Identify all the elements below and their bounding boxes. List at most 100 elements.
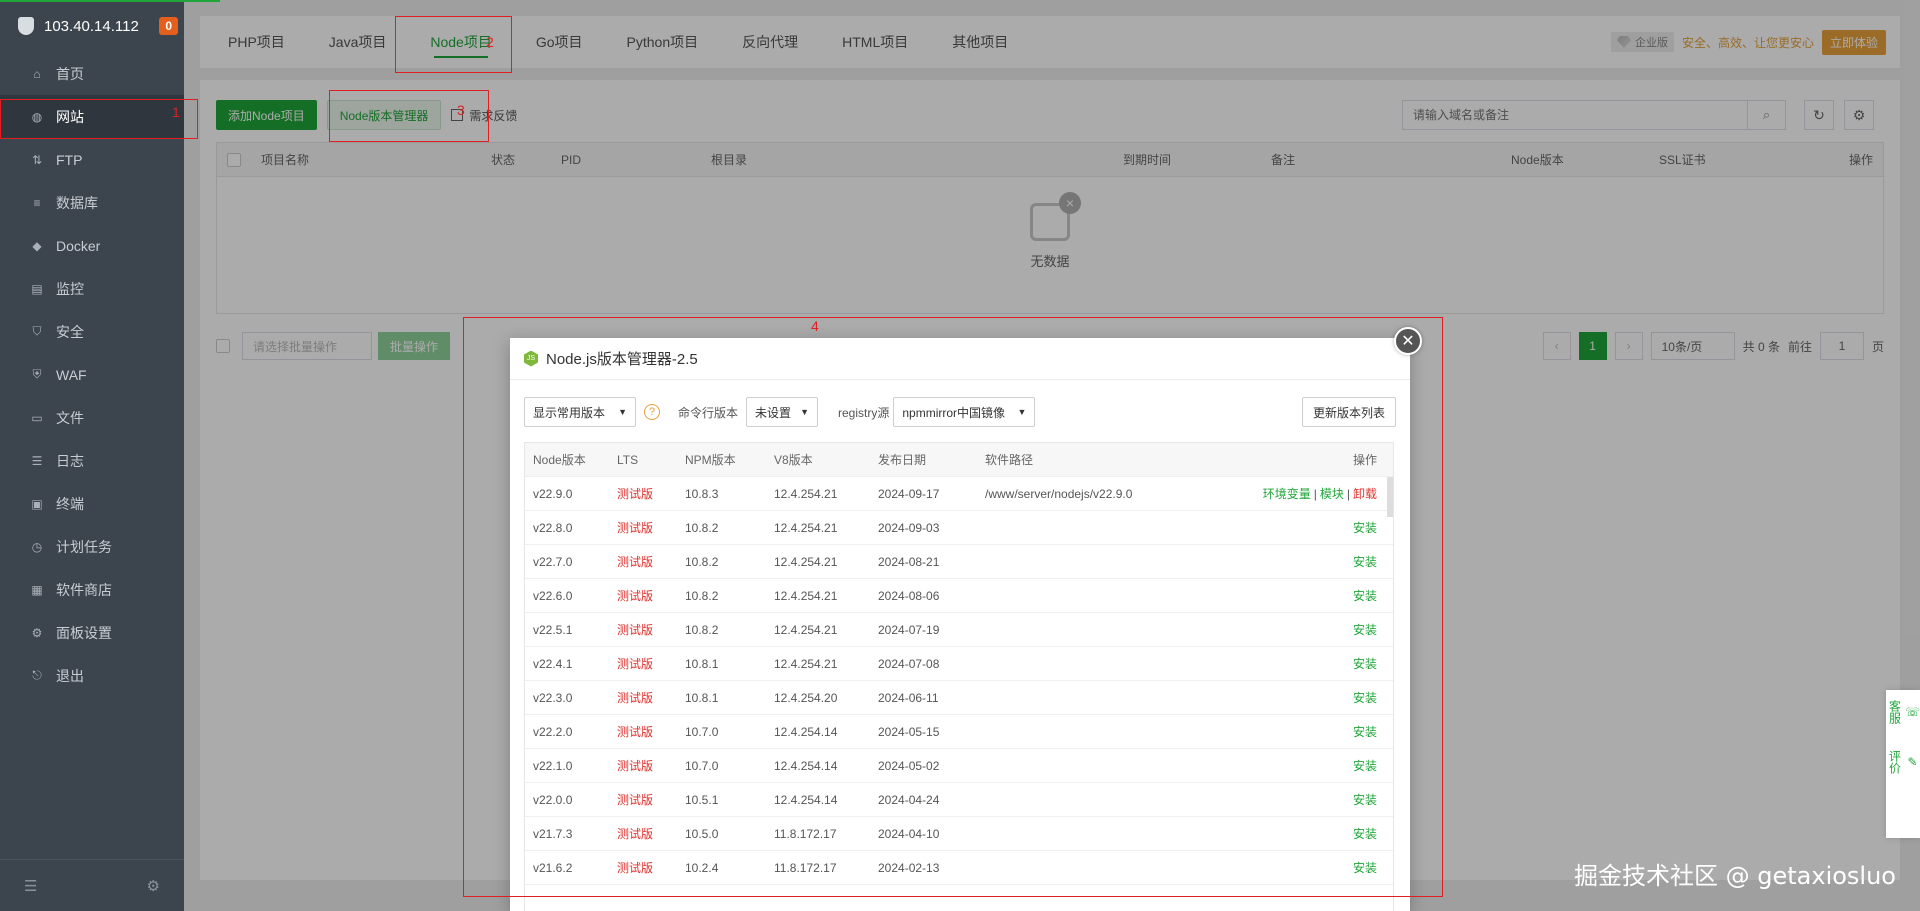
install-link[interactable]: 安装 (1353, 521, 1377, 535)
table-row: v22.2.0 测试版 10.7.0 12.4.254.14 2024-05-15 安装 (525, 715, 1393, 749)
cell-npm: 10.2.4 (685, 860, 719, 875)
cell-date: 2024-06-11 (878, 690, 939, 705)
uninstall-link[interactable]: 卸载 (1353, 487, 1377, 501)
install-link[interactable]: 安装 (1353, 555, 1377, 569)
cell-npm: 10.7.0 (685, 724, 719, 739)
module-link[interactable]: 模块 (1320, 487, 1344, 501)
cli-version-select[interactable]: 未设置 ▼ (746, 397, 819, 427)
cell-v8: 12.4.254.14 (774, 758, 838, 773)
cell-node: v22.3.0 (533, 690, 573, 705)
table-row: v22.8.0 测试版 10.8.2 12.4.254.21 2024-09-03 安装 (525, 511, 1393, 545)
install-link[interactable]: 安装 (1353, 759, 1377, 773)
sidebar-item[interactable]: ▣ 终端 (0, 482, 184, 525)
install-link[interactable]: 安装 (1353, 589, 1377, 603)
dialog-title-bar: JS Node.js版本管理器-2.5 (510, 338, 1410, 380)
filter-value: 显示常用版本 (533, 405, 606, 420)
rate-button[interactable]: ✎ 评价 (1887, 750, 1920, 774)
cell-npm: 10.8.2 (685, 554, 719, 569)
sidebar-item[interactable]: ▤ 监控 (0, 267, 184, 310)
cell-lts: 测试版 (617, 521, 654, 535)
install-link[interactable]: 安装 (1353, 623, 1377, 637)
cell-npm: 10.8.2 (685, 520, 719, 535)
log-icon: ☰ (31, 453, 43, 468)
col-action: 操作 (1352, 453, 1377, 467)
cell-v8: 12.4.254.21 (774, 486, 838, 501)
sidebar-item-label: 计划任务 (56, 538, 112, 555)
cell-actions: 安装 (1235, 587, 1393, 604)
sidebar-item[interactable]: ⚙ 面板设置 (0, 611, 184, 654)
annotation-number-1: 1 (172, 104, 180, 120)
close-icon[interactable]: ✕ (1394, 327, 1422, 355)
cell-node: v22.9.0 (533, 486, 573, 501)
settings-icon[interactable]: ⚙ (147, 877, 160, 895)
cell-lts: 测试版 (617, 691, 654, 705)
cell-actions: 安装 (1235, 859, 1393, 876)
cell-npm: 10.8.2 (685, 622, 719, 637)
help-icon[interactable]: ? (644, 404, 660, 420)
loading-bar (0, 0, 220, 2)
sidebar-item[interactable]: ⎋ 退出 (0, 654, 184, 697)
cell-actions: 安装 (1235, 757, 1393, 774)
sidebar-item[interactable]: ⇅ FTP (0, 138, 184, 181)
cell-actions: 安装 (1235, 621, 1393, 638)
sidebar-item[interactable]: ⌂ 首页 (0, 52, 184, 95)
sidebar-item[interactable]: ⛉ 安全 (0, 310, 184, 353)
customer-service-button[interactable]: ☏ 客服 (1887, 700, 1920, 724)
cell-date: 2024-07-19 (878, 622, 940, 637)
cell-lts: 测试版 (617, 793, 654, 807)
cli-label: 命令行版本 (678, 405, 739, 420)
cell-node: v22.0.0 (533, 792, 573, 807)
registry-select[interactable]: npmmirror中国镜像 ▼ (893, 397, 1036, 427)
terminal-icon: ▣ (31, 496, 43, 511)
cell-v8: 12.4.254.21 (774, 656, 838, 671)
gear-icon: ⚙ (31, 625, 43, 640)
sidebar-item[interactable]: ▭ 文件 (0, 396, 184, 439)
install-link[interactable]: 安装 (1353, 793, 1377, 807)
cell-node: v22.2.0 (533, 724, 573, 739)
server-header: 103.40.14.112 0 (0, 0, 184, 52)
version-table-header: Node版本 LTS NPM版本 V8版本 发布日期 软件路径 操作 (525, 443, 1393, 477)
version-filter-select[interactable]: 显示常用版本 ▼ (524, 397, 636, 427)
globe-icon: ◍ (31, 109, 43, 124)
cell-npm: 10.8.1 (685, 690, 719, 705)
sidebar-item[interactable]: ◷ 计划任务 (0, 525, 184, 568)
install-link[interactable]: 安装 (1353, 827, 1377, 841)
notification-badge[interactable]: 0 (159, 17, 178, 35)
sidebar-item-label: FTP (56, 151, 83, 168)
sidebar-item[interactable]: ☰ 日志 (0, 439, 184, 482)
cell-node: v22.1.0 (533, 758, 573, 773)
cell-v8: 12.4.254.14 (774, 792, 838, 807)
sidebar-item[interactable]: ◆ Docker (0, 224, 184, 267)
cell-v8: 11.8.172.17 (774, 860, 837, 875)
cell-npm: 10.8.2 (685, 588, 719, 603)
install-link[interactable]: 安装 (1353, 657, 1377, 671)
sidebar-item[interactable]: ▦ 软件商店 (0, 568, 184, 611)
cell-actions: 安装 (1235, 723, 1393, 740)
collapse-icon[interactable]: ☰ (24, 877, 37, 895)
install-link[interactable]: 安装 (1353, 725, 1377, 739)
dialog-toolbar: 显示常用版本 ▼ ? 命令行版本 未设置 ▼ registry源 npmmirr… (524, 396, 1396, 428)
node-version-manager-dialog: JS Node.js版本管理器-2.5 显示常用版本 ▼ ? 命令行版本 未设置… (510, 338, 1410, 911)
sidebar-item[interactable]: ◍ 网站 (0, 95, 184, 138)
cell-lts: 测试版 (617, 589, 654, 603)
install-link[interactable]: 安装 (1353, 691, 1377, 705)
cell-actions: 安装 (1235, 825, 1393, 842)
sidebar-item-label: 终端 (56, 495, 84, 512)
cell-lts: 测试版 (617, 555, 654, 569)
cell-v8: 12.4.254.20 (774, 690, 838, 705)
sidebar-item[interactable]: ⛨ WAF (0, 353, 184, 396)
chevron-down-icon: ▼ (1017, 407, 1027, 417)
scrollbar[interactable] (1387, 477, 1393, 517)
update-version-list-button[interactable]: 更新版本列表 (1301, 397, 1396, 427)
cell-actions: 安装 (1235, 791, 1393, 808)
version-table: Node版本 LTS NPM版本 V8版本 发布日期 软件路径 操作 v22.9… (524, 442, 1394, 911)
sidebar-item[interactable]: ≡ 数据库 (0, 181, 184, 224)
sidebar-item-label: 首页 (56, 65, 84, 82)
watermark: 掘金技术社区 @ getaxiosluo (1574, 862, 1896, 890)
cell-actions: 安装 (1235, 553, 1393, 570)
cell-actions: 安装 (1235, 689, 1393, 706)
env-var-link[interactable]: 环境变量 (1263, 487, 1311, 501)
logo-icon (18, 17, 34, 35)
clock-icon: ◷ (31, 539, 43, 554)
install-link[interactable]: 安装 (1353, 861, 1377, 875)
